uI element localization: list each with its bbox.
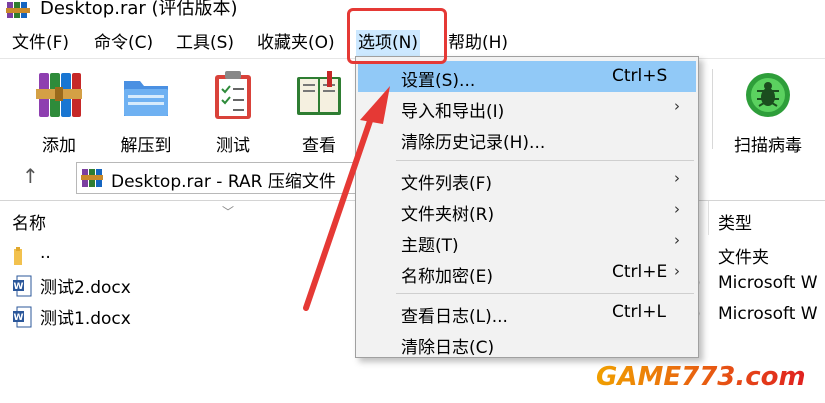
view-label: 查看 bbox=[302, 136, 336, 156]
menu-separator bbox=[396, 293, 694, 294]
virus-scan-label: 扫描病毒 bbox=[734, 136, 802, 156]
toolbar-separator bbox=[712, 69, 713, 149]
menu-item-clear-log[interactable]: 清除日志(C) bbox=[358, 328, 696, 359]
address-path: Desktop.rar - RAR 压缩文件 bbox=[111, 172, 336, 192]
file-type: Microsoft W bbox=[718, 273, 818, 293]
menu-item-import-export[interactable]: 导入和导出(I) › bbox=[358, 92, 696, 123]
window-title: Desktop.rar (评估版本) bbox=[40, 0, 238, 19]
file-type: 文件夹 bbox=[718, 248, 769, 268]
menu-file[interactable]: 文件(F) bbox=[10, 30, 71, 56]
file-name: .. bbox=[40, 243, 51, 263]
extract-to-button[interactable]: 解压到 bbox=[112, 67, 180, 156]
virus-scan-bug-icon bbox=[746, 73, 790, 117]
extract-folder-icon bbox=[124, 81, 168, 116]
sort-chevron-icon: ﹀ bbox=[222, 205, 235, 219]
up-arrow-icon[interactable]: ↑ bbox=[22, 164, 39, 188]
menu-commands[interactable]: 命令(C) bbox=[92, 30, 155, 56]
view-button[interactable]: 查看 bbox=[285, 67, 353, 156]
address-field[interactable]: Desktop.rar - RAR 压缩文件 bbox=[76, 162, 366, 194]
submenu-arrow-icon: › bbox=[674, 231, 680, 249]
shortcut-text: Ctrl+S bbox=[612, 66, 668, 86]
watermark-text: GAME773.com bbox=[596, 362, 806, 392]
add-archive-icon bbox=[36, 73, 82, 117]
column-header-type[interactable]: 类型 bbox=[718, 209, 752, 234]
file-name: 测试2.docx bbox=[40, 278, 131, 298]
menu-separator bbox=[396, 160, 694, 161]
menu-item-clear-history[interactable]: 清除历史记录(H)... bbox=[358, 123, 696, 154]
menu-item-name-encryption[interactable]: 名称加密(E) Ctrl+E › bbox=[358, 257, 696, 288]
menu-item-settings[interactable]: 设置(S)... Ctrl+S bbox=[358, 61, 696, 92]
annotation-highlight-box bbox=[347, 8, 447, 64]
shortcut-text: Ctrl+E bbox=[612, 262, 668, 282]
file-name: 测试1.docx bbox=[40, 309, 131, 329]
word-doc-icon: W bbox=[13, 275, 32, 297]
submenu-arrow-icon: › bbox=[674, 200, 680, 218]
virus-scan-button[interactable]: 扫描病毒 bbox=[730, 67, 806, 156]
options-dropdown-menu: 设置(S)... Ctrl+S 导入和导出(I) › 清除历史记录(H)... … bbox=[355, 56, 699, 358]
menu-item-file-list[interactable]: 文件列表(F) › bbox=[358, 164, 696, 195]
word-doc-icon: W bbox=[13, 306, 32, 328]
submenu-arrow-icon: › bbox=[674, 169, 680, 187]
test-clipboard-icon bbox=[215, 71, 251, 119]
add-label: 添加 bbox=[42, 136, 76, 156]
svg-text:W: W bbox=[14, 313, 24, 323]
menu-item-themes[interactable]: 主题(T) › bbox=[358, 226, 696, 257]
menu-item-folder-tree[interactable]: 文件夹树(R) › bbox=[358, 195, 696, 226]
submenu-arrow-icon: › bbox=[674, 262, 680, 280]
view-book-icon bbox=[297, 71, 341, 115]
menu-favorites[interactable]: 收藏夹(O) bbox=[255, 30, 337, 56]
submenu-arrow-icon: › bbox=[674, 97, 680, 115]
test-button[interactable]: 测试 bbox=[199, 67, 267, 156]
column-header-name[interactable]: 名称 bbox=[12, 209, 46, 234]
file-type: Microsoft W bbox=[718, 304, 818, 324]
add-button[interactable]: 添加 bbox=[25, 67, 93, 156]
menu-help[interactable]: 帮助(H) bbox=[446, 30, 510, 56]
folder-icon bbox=[14, 247, 22, 265]
extract-to-label: 解压到 bbox=[120, 136, 172, 156]
menu-tools[interactable]: 工具(S) bbox=[174, 30, 236, 56]
site-watermark: GAME773.com bbox=[596, 362, 806, 392]
svg-text:W: W bbox=[14, 282, 24, 292]
rar-file-icon bbox=[81, 169, 103, 187]
menu-item-view-log[interactable]: 查看日志(L)... Ctrl+L bbox=[358, 297, 696, 328]
column-divider[interactable] bbox=[708, 201, 709, 235]
winrar-app-icon bbox=[6, 2, 30, 18]
test-label: 测试 bbox=[216, 136, 250, 156]
shortcut-text: Ctrl+L bbox=[612, 302, 666, 322]
